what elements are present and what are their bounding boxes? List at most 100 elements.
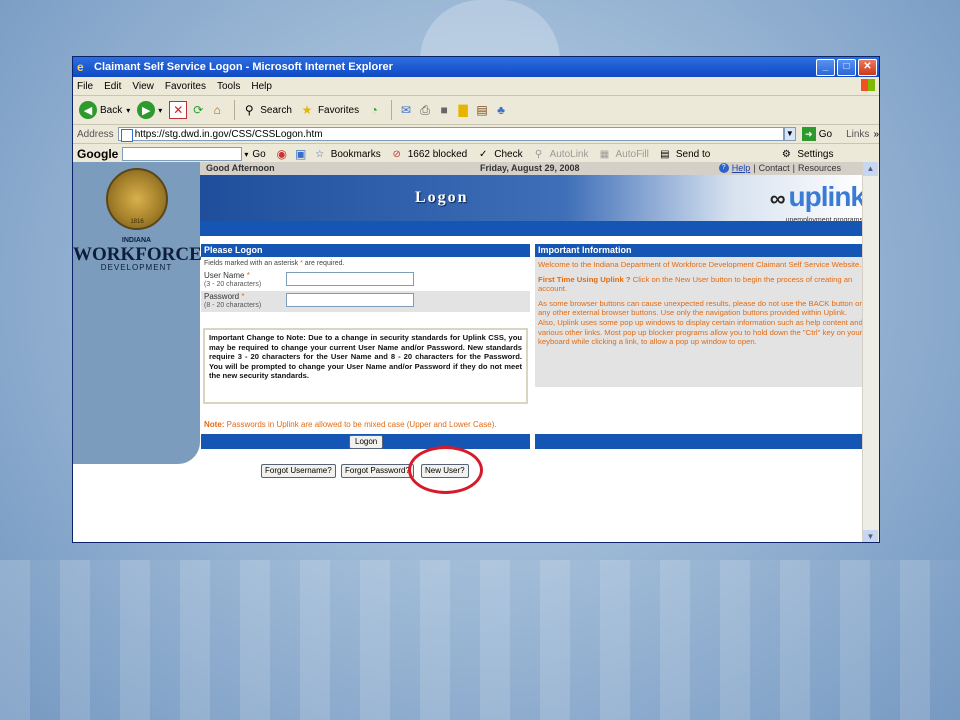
stop-icon[interactable]: ✕ <box>169 101 188 119</box>
autofill-label: AutoFill <box>615 148 649 160</box>
star-icon: ★ <box>301 103 313 117</box>
uplink-logo: ∞ uplink unemployment programs <box>685 181 865 224</box>
password-note-label: Note: <box>204 420 225 429</box>
security-notice: Important Change to Note: Due to a chang… <box>203 328 528 404</box>
link-divider: | <box>792 163 795 173</box>
bookmark-star-icon: ☆ <box>315 148 325 160</box>
check-label: Check <box>494 148 523 160</box>
go-button[interactable]: ➜ Go <box>801 127 832 141</box>
history-icon[interactable]: ◔ <box>366 102 382 118</box>
google-search-input[interactable] <box>122 147 243 161</box>
autofill-button[interactable]: ▦ AutoFill <box>597 146 649 162</box>
chevron-right-icon[interactable]: » <box>873 129 879 140</box>
username-required-star: * <box>246 271 250 280</box>
browser-toolbar: ◀ Back ▾ ▶ ▾ ✕ ⟳ ⌂ ⚲ Search ★ Favorites … <box>73 96 879 125</box>
org-development: DEVELOPMENT <box>100 263 173 272</box>
pagerank-icon[interactable]: ▣ <box>293 146 309 162</box>
username-input[interactable] <box>286 272 414 286</box>
org-indiana: INDIANA <box>121 237 152 244</box>
favorites-label: Favorites <box>317 104 360 116</box>
close-button[interactable]: ✕ <box>858 58 877 76</box>
settings-gear-icon: ⚙ <box>781 148 791 160</box>
password-note: Note: Passwords in Uplink are allowed to… <box>204 420 497 429</box>
home-icon[interactable]: ⌂ <box>209 102 225 118</box>
news-icon[interactable]: ◉ <box>274 146 290 162</box>
greeting-bar: Good Afternoon Friday, August 29, 2008 ?… <box>200 162 865 175</box>
url-dropdown-icon[interactable]: ▼ <box>783 127 796 141</box>
resources-link[interactable]: Resources <box>798 163 841 173</box>
back-label: Back <box>100 104 123 116</box>
required-note-text-end: are required. <box>302 260 345 267</box>
menu-help[interactable]: Help <box>251 81 272 92</box>
logon-button[interactable]: Logon <box>349 435 384 449</box>
google-logo: Google <box>77 147 119 161</box>
address-label: Address <box>77 128 114 140</box>
forward-dropdown-icon[interactable]: ▾ <box>158 106 162 115</box>
toolbar-separator <box>391 100 393 120</box>
blocked-label: 1662 blocked <box>407 148 468 160</box>
scroll-up-icon[interactable]: ▲ <box>863 162 878 176</box>
menu-tools[interactable]: Tools <box>217 81 240 92</box>
logon-button-bar: Logon <box>201 434 530 449</box>
forgot-password-button[interactable]: Forgot Password? <box>341 464 414 478</box>
bookmarks-button[interactable]: ☆ Bookmarks <box>312 146 381 162</box>
minimize-button[interactable]: _ <box>816 58 835 76</box>
password-label-text: Password <box>204 292 242 301</box>
help-icon: ? <box>718 163 729 173</box>
popup-blocked-button[interactable]: ⊘ 1662 blocked <box>389 146 468 162</box>
menu-edit[interactable]: Edit <box>104 81 121 92</box>
windows-logo-icon <box>861 79 875 91</box>
highlight-circle <box>408 446 483 494</box>
autolink-button[interactable]: ⚲ AutoLink <box>531 146 589 162</box>
required-note-text: Fields marked with an asterisk <box>204 260 301 267</box>
back-dropdown-icon[interactable]: ▾ <box>126 106 130 115</box>
spellcheck-icon: ✓ <box>479 148 488 160</box>
help-link[interactable]: Help <box>732 163 751 173</box>
maximize-button[interactable]: □ <box>837 58 856 76</box>
info-panel-heading: Important Information <box>535 244 865 257</box>
favorites-button[interactable]: ★ Favorites <box>299 102 360 118</box>
required-note: Fields marked with an asterisk * are req… <box>204 260 344 267</box>
sendto-icon: ▤ <box>660 148 670 160</box>
menu-view[interactable]: View <box>132 81 154 92</box>
search-button[interactable]: ⚲ Search <box>241 102 292 118</box>
spellcheck-button[interactable]: ✓ Check <box>475 146 523 162</box>
go-arrow-icon: ➜ <box>801 127 816 141</box>
username-row: User Name * (3 - 20 characters) <box>201 270 530 291</box>
refresh-icon[interactable]: ⟳ <box>190 102 206 118</box>
menu-favorites[interactable]: Favorites <box>165 81 206 92</box>
link-divider: | <box>753 163 756 173</box>
back-button[interactable]: ◀ Back ▾ <box>79 101 130 119</box>
menu-bar: File Edit View Favorites Tools Help <box>73 77 879 96</box>
vertical-scrollbar[interactable]: ▲ ▼ <box>862 162 879 542</box>
links-button[interactable]: Links <box>846 129 869 140</box>
scroll-down-icon[interactable]: ▼ <box>863 530 878 542</box>
password-note-text: Passwords in Uplink are allowed to be mi… <box>224 420 497 429</box>
username-label: User Name * <box>204 271 250 280</box>
menu-file[interactable]: File <box>77 81 93 92</box>
sendto-button[interactable]: ▤ Send to <box>657 146 710 162</box>
print-icon[interactable]: ⎙ <box>417 102 433 118</box>
mail-icon[interactable]: ✉ <box>398 102 414 118</box>
autolink-label: AutoLink <box>549 148 589 160</box>
forgot-username-button[interactable]: Forgot Username? <box>261 464 336 478</box>
state-seal-icon: 1816 <box>106 168 168 230</box>
ie-icon: e <box>77 59 84 74</box>
contact-link[interactable]: Contact <box>759 163 790 173</box>
edit-icon[interactable]: ■ <box>436 102 452 118</box>
search-dropdown-icon[interactable]: ▾ <box>244 150 248 159</box>
url-input[interactable]: https://stg.dwd.in.gov/CSS/CSSLogon.htm <box>117 127 784 142</box>
folder-icon[interactable]: ▇ <box>455 102 471 118</box>
banner-title: Logon <box>415 189 469 206</box>
password-input[interactable] <box>286 293 414 307</box>
url-text: https://stg.dwd.in.gov/CSS/CSSLogon.htm <box>134 129 323 140</box>
info-browser-warning: As some browser buttons can cause unexpe… <box>538 298 863 347</box>
messenger-icon[interactable]: ♣ <box>493 102 509 118</box>
background-dome <box>420 0 560 60</box>
bookmarks-label: Bookmarks <box>330 148 381 160</box>
settings-button[interactable]: ⚙ Settings <box>778 146 834 162</box>
forward-button[interactable]: ▶ ▾ <box>137 101 162 119</box>
username-hint: (3 - 20 characters) <box>204 281 262 288</box>
research-icon[interactable]: ▤ <box>474 102 490 118</box>
google-go-button[interactable]: Go <box>252 149 265 160</box>
